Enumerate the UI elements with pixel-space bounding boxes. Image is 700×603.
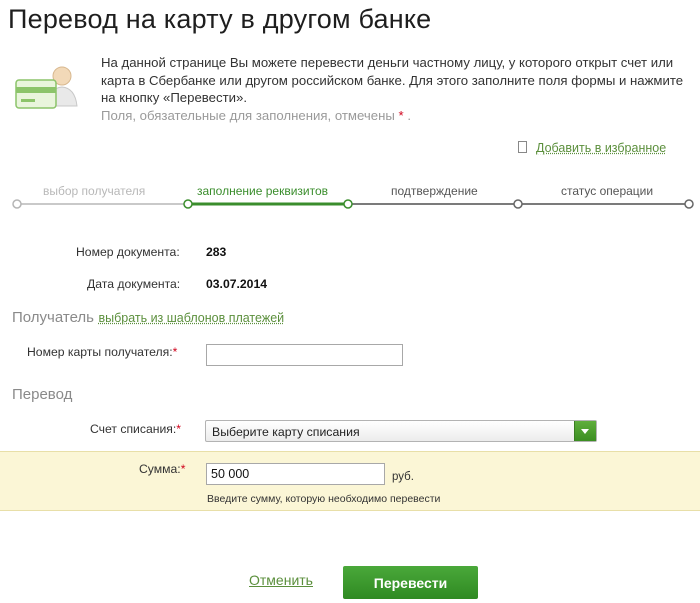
step-confirmation: подтверждение	[391, 184, 478, 198]
chevron-down-icon[interactable]	[574, 421, 596, 441]
progress-steps: выбор получателя заполнение реквизитов п…	[0, 176, 700, 216]
add-to-favorites-link[interactable]: Добавить в избранное	[536, 141, 666, 155]
debit-account-selected: Выберите карту списания	[212, 425, 360, 439]
amount-label-text: Сумма:	[139, 462, 181, 476]
add-to-favorites[interactable]: Добавить в избранное	[518, 141, 666, 155]
step-select-recipient: выбор получателя	[43, 184, 146, 198]
card-number-label: Номер карты получателя:*	[27, 345, 177, 359]
debit-account-label: Счет списания:*	[90, 422, 181, 436]
cancel-link[interactable]: Отменить	[249, 572, 313, 588]
currency-label: руб.	[392, 471, 414, 483]
document-date-value: 03.07.2014	[206, 277, 267, 291]
document-number-value: 283	[206, 245, 227, 259]
required-mark: *	[180, 462, 186, 476]
amount-input[interactable]	[206, 463, 385, 485]
bookmark-icon	[518, 141, 527, 153]
card-number-input[interactable]	[206, 344, 403, 366]
recipient-section-title: Получатель	[12, 309, 94, 326]
transfer-section-title: Перевод	[12, 386, 73, 403]
debit-account-label-text: Счет списания:	[90, 422, 177, 436]
card-user-icon	[15, 66, 78, 109]
transfer-button[interactable]: Перевести	[343, 566, 478, 599]
required-mark: *	[172, 345, 178, 359]
step-dot-4	[513, 199, 523, 209]
required-mark: *	[176, 422, 182, 436]
step-dot-3	[343, 199, 353, 209]
document-number-label: Номер документа:	[76, 245, 180, 259]
recipient-section-header: Получатель выбрать из шаблонов платежей	[12, 309, 284, 327]
page-title: Перевод на карту в другом банке	[8, 4, 432, 34]
card-number-label-text: Номер карты получателя:	[27, 345, 173, 359]
required-note-end: .	[407, 107, 411, 123]
step-fill-details: заполнение реквизитов	[197, 184, 329, 198]
document-date-label: Дата документа:	[87, 277, 181, 291]
step-dot-5	[684, 199, 694, 209]
step-operation-status: статус операции	[561, 184, 654, 198]
step-dot-2	[183, 199, 193, 209]
intro-text-block: На данной странице Вы можете перевести д…	[101, 54, 691, 124]
debit-account-select[interactable]: Выберите карту списания	[205, 420, 597, 442]
choose-template-link[interactable]: выбрать из шаблонов платежей	[98, 311, 284, 325]
required-fields-note: Поля, обязательные для заполнения, отмеч…	[101, 107, 395, 123]
required-mark: *	[398, 107, 404, 123]
amount-hint: Введите сумму, которую необходимо переве…	[207, 493, 441, 505]
amount-label: Сумма:*	[139, 462, 185, 476]
intro-description: На данной странице Вы можете перевести д…	[101, 55, 684, 105]
step-dot-1	[12, 199, 22, 209]
